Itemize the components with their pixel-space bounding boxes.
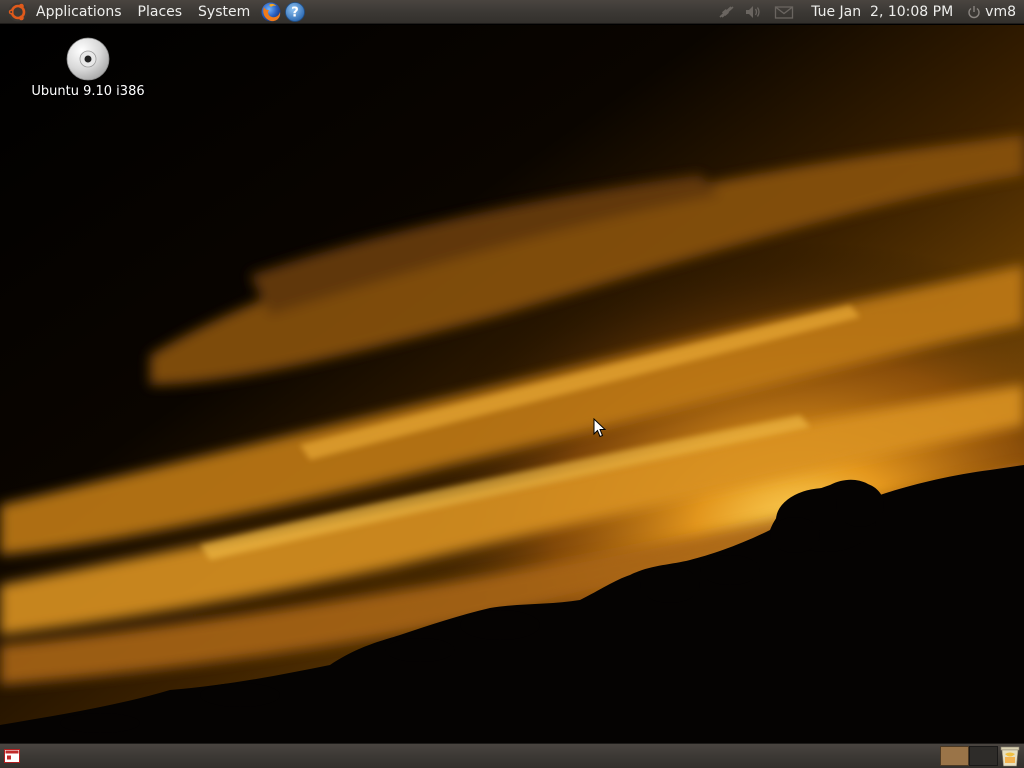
mouse-cursor-icon: [593, 418, 607, 438]
places-menu[interactable]: Places: [130, 0, 191, 24]
top-panel: Applications Places System ? Tue Jan 2, …: [0, 0, 1024, 24]
sunset-wallpaper: [0, 25, 1024, 743]
ubuntu-logo-icon[interactable]: [8, 2, 28, 22]
power-icon: [968, 6, 980, 19]
help-icon[interactable]: ?: [284, 1, 306, 23]
desktop-icon-label: Ubuntu 9.10 i386: [31, 84, 145, 99]
workspace-switcher[interactable]: [940, 746, 998, 766]
user-menu[interactable]: vm8: [967, 4, 1016, 20]
show-desktop-icon[interactable]: [4, 749, 20, 763]
workspace-2[interactable]: [969, 746, 998, 766]
desktop-icon-ubuntu-cd[interactable]: Ubuntu 9.10 i386: [26, 37, 150, 99]
cdrom-icon: [66, 37, 110, 81]
workspace-1[interactable]: [940, 746, 969, 766]
bottom-panel: [0, 743, 1024, 768]
system-menu[interactable]: System: [190, 0, 258, 24]
svg-text:?: ?: [291, 5, 299, 20]
volume-icon[interactable]: [743, 3, 765, 21]
network-icon[interactable]: [715, 3, 737, 21]
firefox-icon[interactable]: [260, 1, 282, 23]
panel-right: Tue Jan 2, 10:08 PM vm8: [715, 0, 1024, 24]
applications-menu[interactable]: Applications: [36, 0, 130, 24]
desktop[interactable]: Ubuntu 9.10 i386: [0, 25, 1024, 743]
mail-icon[interactable]: [773, 3, 795, 21]
user-name: vm8: [985, 4, 1016, 20]
trash-icon[interactable]: [999, 746, 1021, 767]
clock[interactable]: Tue Jan 2, 10:08 PM: [811, 4, 953, 20]
